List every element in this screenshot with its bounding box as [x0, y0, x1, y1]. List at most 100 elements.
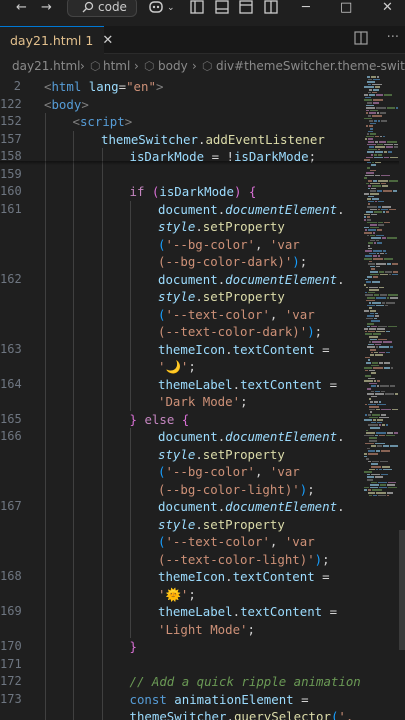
code-token: textContent — [232, 569, 315, 584]
minimap[interactable] — [364, 76, 398, 497]
layout-sidebar-icon[interactable] — [190, 0, 204, 14]
code-editor[interactable]: 2 <html lang="en"> 122 <body> 152 <script> 157… — [0, 76, 405, 720]
code-line[interactable]: 171 — [0, 656, 405, 674]
code-line[interactable]: '🌙'; — [0, 358, 405, 376]
minimap-line — [377, 385, 379, 387]
code-line[interactable]: (--text-color-dark)'); — [0, 323, 405, 341]
code-line[interactable]: 2 <html lang="en"> — [0, 78, 405, 96]
code-line[interactable]: 167 document.documentElement. — [0, 498, 405, 516]
breadcrumb-item-html[interactable]: html — [103, 59, 130, 73]
minimap-line — [379, 351, 385, 354]
minimap-line — [377, 76, 379, 78]
minimap-line — [378, 148, 380, 151]
code-text: themeIcon.textContent = — [158, 568, 330, 586]
vertical-scrollbar[interactable] — [399, 76, 405, 720]
back-arrow-icon[interactable]: ← — [16, 0, 27, 18]
minimap-line — [388, 294, 398, 296]
minimap-line — [369, 289, 379, 291]
code-line[interactable]: themeSwitcher.querySelector('. — [0, 708, 405, 720]
layout-editor-icon[interactable] — [239, 0, 253, 14]
code-line[interactable]: ('--text-color', 'var — [0, 306, 405, 324]
code-line[interactable]: style.setProperty — [0, 218, 405, 236]
minimap-line — [384, 362, 390, 364]
close-window-button[interactable]: ✕ — [382, 0, 393, 15]
code-line[interactable]: 169 themeLabel.textContent = — [0, 603, 405, 621]
minimap-line — [375, 174, 380, 177]
minimap-line — [373, 99, 383, 101]
code-line[interactable]: 122 <body> — [0, 96, 405, 114]
code-line[interactable]: 173 const animationElement = — [0, 691, 405, 709]
minimap-line — [377, 252, 379, 255]
minimap-line — [375, 354, 383, 356]
code-token: , — [255, 236, 270, 252]
maximize-button[interactable]: □ — [340, 0, 352, 15]
code-line[interactable]: '🌞'; — [0, 586, 405, 604]
code-line[interactable]: 172 // Add a quick ripple animation — [0, 673, 405, 691]
code-token: addEventListener — [205, 131, 325, 147]
split-editor-icon[interactable] — [354, 30, 369, 45]
minimap-line — [368, 187, 370, 190]
code-line[interactable]: 165} else { — [0, 411, 405, 429]
minimap-line — [380, 385, 389, 387]
code-text: themeLabel.textContent = — [158, 376, 337, 394]
breadcrumb-item-div[interactable]: div#themeSwitcher.theme-switcher — [216, 59, 405, 73]
code-line[interactable]: 160 if (isDarkMode) { — [0, 183, 405, 201]
code-token: . — [337, 429, 345, 444]
code-token: ; — [247, 621, 255, 637]
code-line[interactable]: 168 themeIcon.textContent = — [0, 568, 405, 586]
code-line[interactable]: 'Dark Mode'; — [0, 393, 405, 411]
code-token: '🌙' — [158, 359, 189, 374]
minimap-line — [369, 286, 378, 289]
code-line[interactable]: (--text-color-light)'); — [0, 551, 405, 569]
minimap-line — [370, 133, 376, 135]
minimap-line — [383, 250, 386, 252]
code-line[interactable]: 152 <script> — [0, 113, 405, 131]
minimap-line — [366, 182, 369, 185]
code-line[interactable]: (--bg-color-light)'); — [0, 481, 405, 499]
more-actions-icon[interactable]: ··· — [387, 30, 399, 45]
code-line[interactable]: 162 document.documentElement. — [0, 271, 405, 289]
breadcrumb-file[interactable]: day21.html — [12, 59, 81, 73]
code-line[interactable]: (--bg-color-dark)'); — [0, 253, 405, 271]
minimap-line — [370, 310, 376, 312]
code-line[interactable]: 'Light Mode'; — [0, 621, 405, 639]
scrollbar-thumb[interactable] — [399, 530, 405, 650]
code-token: ; — [299, 254, 308, 269]
layout-panel-icon[interactable] — [215, 0, 229, 14]
line-number: 162 — [0, 271, 22, 286]
minimap-line — [368, 138, 373, 140]
forward-arrow-icon[interactable]: → — [41, 0, 52, 18]
minimap-line — [364, 193, 369, 195]
minimize-button[interactable]: ─ — [302, 0, 310, 15]
code-line[interactable]: ('--text-color', 'var — [0, 533, 405, 551]
code-line[interactable]: style.setProperty — [0, 288, 405, 306]
chevron-right-icon: › — [192, 59, 197, 73]
code-text: 'Dark Mode'; — [158, 393, 248, 411]
code-line[interactable]: style.setProperty — [0, 516, 405, 534]
layout-split-icon[interactable] — [264, 0, 278, 14]
copilot-icon[interactable] — [148, 0, 164, 14]
code-line[interactable]: 159 — [0, 166, 405, 184]
chevron-down-icon[interactable]: ⌄ — [167, 0, 175, 18]
code-token: . — [232, 604, 241, 619]
code-line[interactable]: 170} — [0, 638, 405, 656]
code-line[interactable]: 157 themeSwitcher.addEventListener — [0, 131, 405, 149]
code-line[interactable]: 166 document.documentElement. — [0, 428, 405, 446]
code-line[interactable]: 163 themeIcon.textContent = — [0, 341, 405, 359]
minimap-line — [371, 164, 376, 166]
tab-close-icon[interactable]: ✕ — [102, 33, 113, 48]
command-center-search[interactable]: code — [67, 0, 137, 17]
breadcrumb-item-body[interactable]: body — [158, 59, 188, 73]
code-line[interactable]: 161 document.documentElement. — [0, 201, 405, 219]
code-line[interactable]: 164 themeLabel.textContent = — [0, 376, 405, 394]
code-line[interactable]: style.setProperty — [0, 446, 405, 464]
minimap-line — [368, 489, 371, 491]
line-number: 169 — [0, 604, 22, 618]
minimap-line — [377, 242, 382, 244]
tab-day21-html[interactable]: day21.html 1 ✕ — [0, 26, 113, 54]
title-bar: ← → code ⌄ ─ □ ✕ — [0, 0, 405, 18]
code-line[interactable]: ('--bg-color', 'var — [0, 463, 405, 481]
code-line[interactable]: ('--bg-color', 'var — [0, 236, 405, 254]
minimap-line — [365, 369, 368, 372]
